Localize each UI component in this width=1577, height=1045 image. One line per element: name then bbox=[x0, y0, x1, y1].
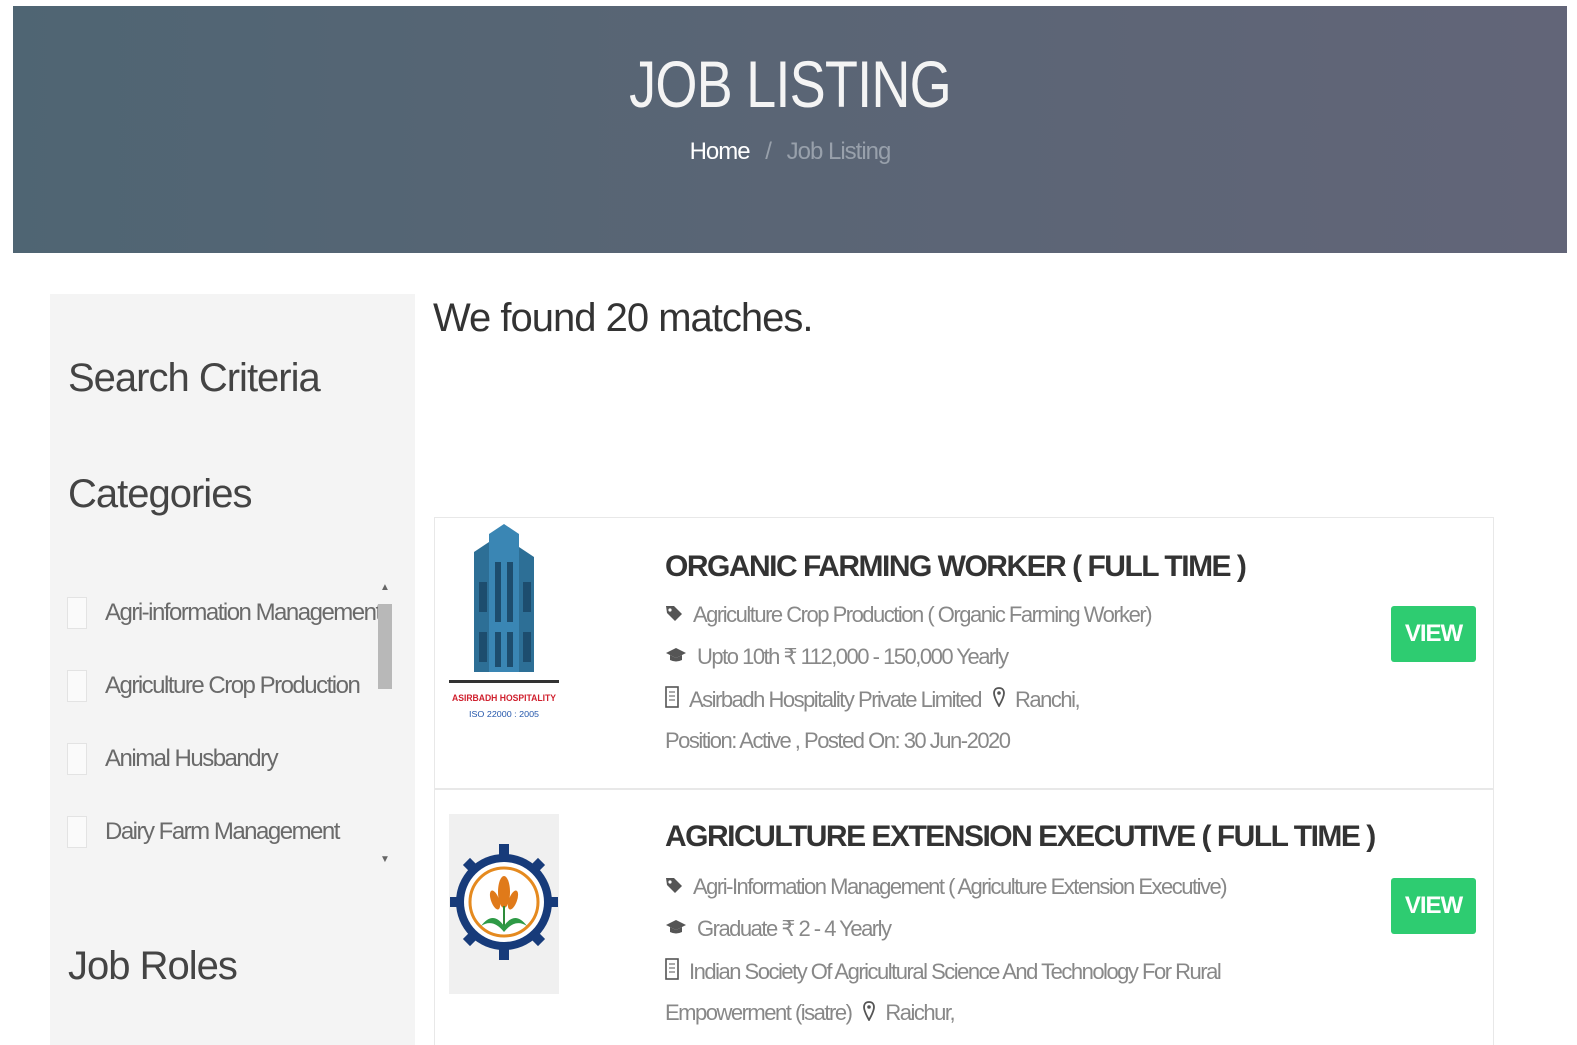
job-title[interactable]: AGRICULTURE EXTENSION EXECUTIVE ( FULL T… bbox=[665, 820, 1376, 854]
category-item[interactable]: Animal Husbandry bbox=[67, 722, 387, 795]
building-icon bbox=[665, 686, 679, 713]
search-sidebar: Search Criteria Categories Agri-informat… bbox=[50, 294, 415, 1045]
job-card: ASIRBADH HOSPITALITY ISO 22000 : 2005 OR… bbox=[434, 517, 1494, 789]
category-label: Animal Husbandry bbox=[105, 744, 279, 772]
job-qualification-salary: Graduate ₹ 2 - 4 Yearly bbox=[697, 916, 892, 941]
page-header-banner: JOB LISTING Home / Job Listing bbox=[13, 6, 1567, 253]
job-company-line-2: Empowerment (isatre) Raichur, bbox=[665, 1000, 956, 1026]
company-logo: ASIRBADH HOSPITALITY ISO 22000 : 2005 bbox=[449, 522, 559, 722]
categories-heading: Categories bbox=[68, 472, 252, 516]
map-marker-icon bbox=[993, 687, 1005, 712]
job-location: Ranchi, bbox=[1015, 686, 1081, 712]
breadcrumb-separator: / bbox=[765, 138, 772, 165]
scroll-up-arrow-icon[interactable]: ▲ bbox=[380, 582, 390, 593]
graduation-cap-icon bbox=[665, 646, 687, 669]
category-label: Agri-information Management bbox=[105, 598, 382, 626]
category-label: Agriculture Crop Production bbox=[105, 671, 361, 699]
job-category-line: Agri-Information Management ( Agricultur… bbox=[665, 874, 1228, 900]
job-qualification-line: Graduate ₹ 2 - 4 Yearly bbox=[665, 916, 892, 942]
categories-list[interactable]: Agri-information Management Agriculture … bbox=[67, 576, 387, 876]
tag-icon bbox=[665, 876, 683, 899]
page-title: JOB LISTING bbox=[629, 47, 952, 121]
category-item-partial[interactable] bbox=[67, 868, 387, 876]
category-checkbox[interactable] bbox=[67, 596, 87, 629]
tag-icon bbox=[665, 604, 683, 627]
company-logo-text: ASIRBADH HOSPITALITY bbox=[452, 693, 556, 703]
category-checkbox[interactable] bbox=[67, 669, 87, 702]
categories-scrollbar[interactable]: ▲ ▼ bbox=[376, 582, 394, 872]
category-item[interactable]: Agri-information Management bbox=[67, 576, 387, 649]
job-qualification-salary: Upto 10th ₹ 112,000 - 150,000 Yearly bbox=[697, 644, 1009, 669]
breadcrumb: Home / Job Listing bbox=[13, 138, 1567, 166]
job-status: Position: Active , Posted On: 30 Jun-202… bbox=[665, 728, 1011, 753]
view-job-button[interactable]: VIEW bbox=[1391, 878, 1476, 934]
scrollbar-thumb[interactable] bbox=[378, 604, 392, 689]
category-item[interactable]: Dairy Farm Management bbox=[67, 795, 387, 868]
category-checkbox[interactable] bbox=[67, 742, 87, 775]
job-category: Agri-Information Management ( Agricultur… bbox=[693, 874, 1228, 899]
job-category-line: Agriculture Crop Production ( Organic Fa… bbox=[665, 602, 1153, 628]
job-card: AGRICULTURE EXTENSION EXECUTIVE ( FULL T… bbox=[434, 789, 1494, 1045]
job-company: Asirbadh Hospitality Private Limited bbox=[689, 686, 983, 712]
job-title[interactable]: ORGANIC FARMING WORKER ( FULL TIME ) bbox=[665, 550, 1247, 584]
view-job-button[interactable]: VIEW bbox=[1391, 606, 1476, 662]
job-qualification-line: Upto 10th ₹ 112,000 - 150,000 Yearly bbox=[665, 644, 1009, 670]
category-label: Dairy Farm Management bbox=[105, 817, 340, 845]
job-roles-heading: Job Roles bbox=[68, 944, 238, 988]
map-marker-icon bbox=[863, 1000, 876, 1026]
job-category: Agriculture Crop Production ( Organic Fa… bbox=[693, 602, 1153, 627]
job-company-line: Indian Society Of Agricultural Science A… bbox=[665, 958, 1222, 985]
job-company-line: Asirbadh Hospitality Private Limited Ran… bbox=[665, 686, 1081, 713]
breadcrumb-current: Job Listing bbox=[786, 138, 892, 165]
company-logo-subtext: ISO 22000 : 2005 bbox=[469, 710, 540, 719]
building-icon bbox=[665, 958, 679, 985]
scroll-down-arrow-icon[interactable]: ▼ bbox=[380, 854, 390, 865]
job-company-continued: Empowerment (isatre) bbox=[665, 1000, 853, 1025]
job-location: Raichur, bbox=[885, 1000, 955, 1025]
results-count: We found 20 matches. bbox=[433, 296, 813, 340]
category-item[interactable]: Agriculture Crop Production bbox=[67, 649, 387, 722]
breadcrumb-home-link[interactable]: Home bbox=[690, 138, 751, 165]
job-company: Indian Society Of Agricultural Science A… bbox=[689, 958, 1222, 984]
category-checkbox[interactable] bbox=[67, 815, 87, 848]
company-logo bbox=[449, 814, 559, 994]
search-criteria-heading: Search Criteria bbox=[68, 356, 321, 400]
graduation-cap-icon bbox=[665, 918, 687, 941]
